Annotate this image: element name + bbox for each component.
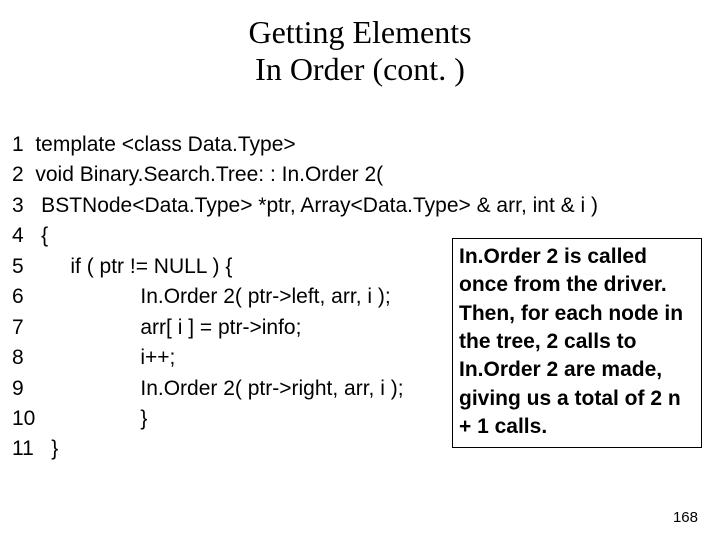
slide-title: Getting Elements In Order (cont. ) <box>0 0 720 88</box>
title-line-2: In Order (cont. ) <box>255 51 465 87</box>
title-line-1: Getting Elements <box>248 14 471 50</box>
page-number: 168 <box>673 509 698 526</box>
note-box: In.Order 2 is called once from the drive… <box>452 238 702 448</box>
